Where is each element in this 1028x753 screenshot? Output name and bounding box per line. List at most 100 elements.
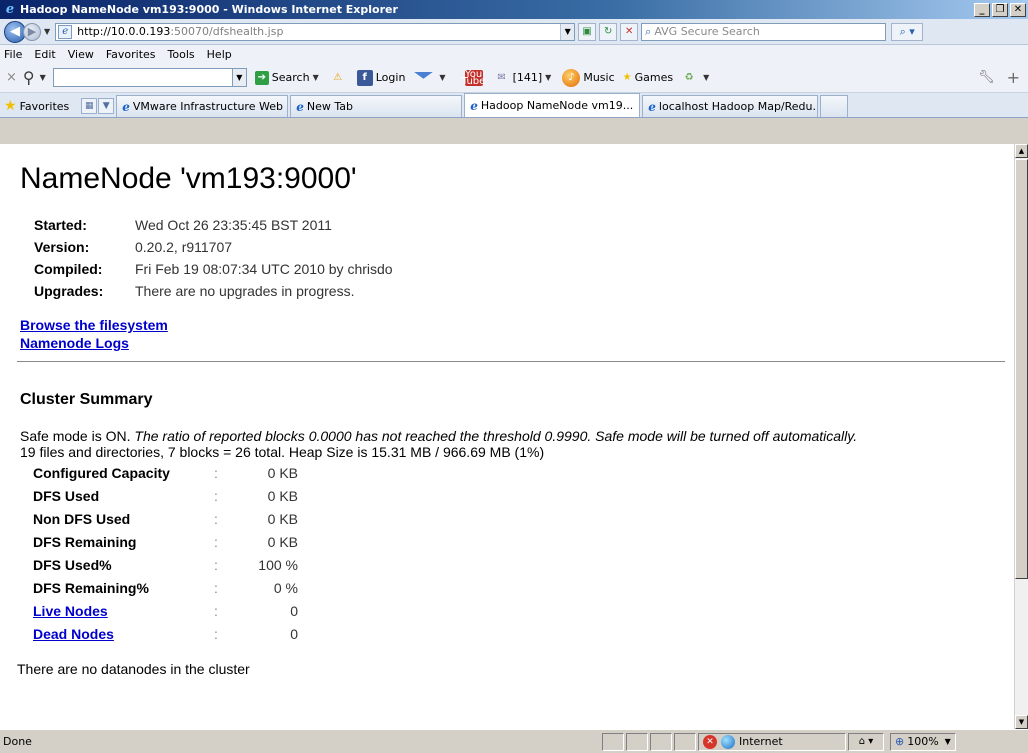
compatibility-view-icon[interactable]: ▣ <box>578 22 597 41</box>
avg-search-icon[interactable]: ⚲ <box>23 68 35 87</box>
tab-hadoop-namenode[interactable]: e Hadoop NameNode vm19... ✕ <box>464 93 641 117</box>
summary-separator: : <box>214 533 218 550</box>
tab-vmware[interactable]: e VMware Infrastructure Web ... <box>116 95 289 117</box>
summary-separator: : <box>214 602 218 619</box>
scroll-down-icon[interactable]: ▼ <box>1015 715 1028 729</box>
toolbar-warning-button[interactable]: ⚠ <box>330 70 349 86</box>
toolbar-youtube-button[interactable]: You Tube <box>461 68 486 87</box>
namenode-logs-link[interactable]: Namenode Logs <box>20 334 1014 352</box>
history-dropdown-icon[interactable]: ▼ <box>44 27 50 36</box>
info-row: Upgrades: There are no upgrades in progr… <box>34 280 393 302</box>
toolbar-add-icon[interactable]: + <box>1007 68 1020 87</box>
maximize-button[interactable]: ❐ <box>992 2 1008 17</box>
toolbar-login-label: Login <box>375 71 406 84</box>
info-row: Version: 0.20.2, r911707 <box>34 236 393 258</box>
status-panel <box>650 732 672 751</box>
url-host: http://10.0.0.193 <box>77 25 171 38</box>
summary-value: 0 KB <box>267 464 298 481</box>
summary-value: 0 KB <box>267 510 298 527</box>
summary-key-cell: Dead Nodes <box>33 622 214 645</box>
summary-key-cell: Live Nodes <box>33 599 214 622</box>
toolbar-counter-button[interactable]: ✉ [141] ▼ <box>494 70 555 86</box>
search-placeholder: AVG Secure Search <box>654 25 760 38</box>
summary-separator: : <box>214 625 218 642</box>
favorites-star-icon: ★ <box>4 98 17 114</box>
summary-value: 0 KB <box>267 487 298 504</box>
menu-edit[interactable]: Edit <box>34 48 55 61</box>
search-dropdown-icon: ▼ <box>312 73 319 82</box>
vertical-scrollbar[interactable]: ▲ ▼ <box>1014 144 1028 729</box>
youtube-icon: You Tube <box>461 68 486 87</box>
toolbar-counter-label: [141] <box>512 71 543 84</box>
search-input[interactable]: ⌕ AVG Secure Search <box>641 22 887 41</box>
scrollbar-thumb[interactable] <box>1015 159 1028 579</box>
address-input[interactable]: e http://10.0.0.193:50070/dfshealth.jsp … <box>55 22 576 41</box>
dead-nodes-link[interactable]: Dead Nodes <box>33 626 114 642</box>
address-bar-row: ◀ ▶ ▼ e http://10.0.0.193:50070/dfshealt… <box>0 19 1028 45</box>
status-panel <box>626 732 648 751</box>
wrench-icon[interactable]: 🔧︎ <box>978 70 995 85</box>
browse-filesystem-link[interactable]: Browse the filesystem <box>20 316 1014 334</box>
page-links: Browse the filesystem Namenode Logs <box>20 316 1014 352</box>
minimize-button[interactable]: _ <box>974 2 990 17</box>
tab-new-tab[interactable]: e New Tab <box>290 95 463 117</box>
toolbar-music-button[interactable]: ♪ Music <box>562 68 615 87</box>
quick-tabs-icon[interactable]: ▦ <box>81 98 98 114</box>
protected-mode-dropdown[interactable]: ⌂ ▾ <box>848 732 884 751</box>
status-panel <box>602 732 624 751</box>
search-go-button[interactable]: ⌕ ▾ <box>891 22 924 41</box>
info-row: Compiled: Fri Feb 19 08:07:34 UTC 2010 b… <box>34 258 393 280</box>
tab-label: localhost Hadoop Map/Redu... <box>658 100 819 113</box>
bottle-icon: ♻ <box>684 72 694 83</box>
favorites-button[interactable]: ★ Favorites <box>4 95 77 117</box>
info-value: 0.20.2, r911707 <box>135 239 233 255</box>
avg-search-dropdown-icon[interactable]: ▼ <box>40 73 46 82</box>
zoom-level: 100% <box>907 735 939 748</box>
close-button[interactable]: ✕ <box>1010 2 1026 17</box>
toolbar-extra-button[interactable]: ♻ ▼ <box>681 70 712 86</box>
menu-help[interactable]: Help <box>207 48 232 61</box>
summary-key: DFS Remaining <box>33 533 137 550</box>
tab-hadoop-mapreduce[interactable]: e localhost Hadoop Map/Redu... <box>642 95 819 117</box>
namenode-info-table: Started: Wed Oct 26 23:35:45 BST 2011 Ve… <box>34 214 393 302</box>
toolbar-music-label: Music <box>583 71 615 84</box>
search-arrow-icon: ➔ <box>254 70 269 85</box>
summary-value: 0 KB <box>267 533 298 550</box>
menu-tools[interactable]: Tools <box>168 48 195 61</box>
tab-close-icon[interactable]: ✕ <box>639 99 640 112</box>
stop-icon[interactable]: ✕ <box>620 22 639 41</box>
status-panel <box>674 732 696 751</box>
page-content: NameNode 'vm193:9000' Started: Wed Oct 2… <box>0 144 1014 729</box>
refresh-icon[interactable]: ↻ <box>599 22 618 41</box>
info-value: Fri Feb 19 08:07:34 UTC 2010 by chrisdo <box>135 261 393 277</box>
cluster-summary-heading: Cluster Summary <box>20 391 153 408</box>
new-tab-button[interactable] <box>820 95 849 117</box>
page-title: NameNode 'vm193:9000' <box>20 162 357 195</box>
scroll-up-icon[interactable]: ▲ <box>1015 144 1028 158</box>
live-nodes-link[interactable]: Live Nodes <box>33 603 108 619</box>
extra-dropdown-icon: ▼ <box>703 73 710 82</box>
summary-separator: : <box>214 579 218 596</box>
menu-favorites[interactable]: Favorites <box>106 48 156 61</box>
toolbar-search-button[interactable]: ➔ Search ▼ <box>254 70 322 85</box>
info-key: Upgrades: <box>34 283 104 299</box>
zoom-control[interactable]: ⊕ 100% ▼ <box>890 732 956 751</box>
toolbar-mail-button[interactable]: ▼ <box>413 71 448 84</box>
menu-view[interactable]: View <box>68 48 94 61</box>
forward-button[interactable]: ▶ <box>23 22 41 41</box>
toolbar-login-button[interactable]: f Login <box>356 69 406 86</box>
counter-dropdown-icon: ▼ <box>545 73 552 82</box>
mail-icon <box>413 71 434 79</box>
tab-list-dropdown-icon[interactable]: ▼ <box>98 98 115 114</box>
address-dropdown-icon[interactable]: ▼ <box>560 23 575 40</box>
info-key: Version: <box>34 239 90 255</box>
avg-search-input[interactable] <box>52 68 233 87</box>
toolbar-games-button[interactable]: ★ Games <box>623 71 673 84</box>
toolbar-right: 🔧︎ + <box>966 68 1028 87</box>
zoom-dropdown-icon: ▼ <box>944 737 951 746</box>
security-zone[interactable]: ✕ Internet <box>698 732 846 751</box>
files-summary: 19 files and directories, 7 blocks = 26 … <box>20 444 545 460</box>
avg-search-input-dropdown-icon[interactable]: ▼ <box>232 68 247 87</box>
menu-file[interactable]: File <box>4 48 22 61</box>
toolbar-close-icon[interactable]: × <box>6 70 17 85</box>
